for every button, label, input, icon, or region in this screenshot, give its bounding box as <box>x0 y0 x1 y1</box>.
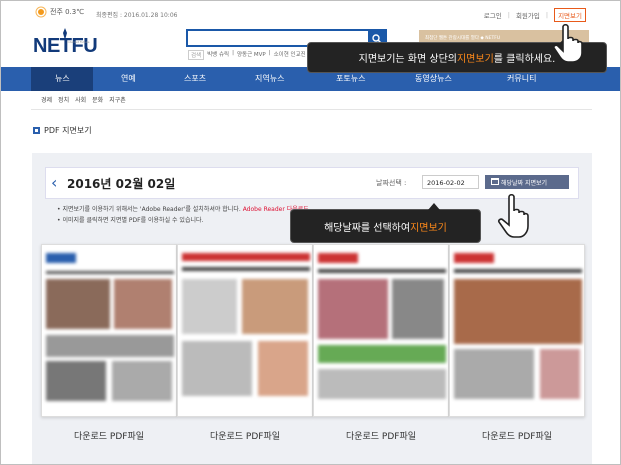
page-title-text: PDF 지면보기 <box>44 126 92 135</box>
pdf-thumbnail-4[interactable] <box>449 244 585 417</box>
nav-item-video[interactable]: 동영상뉴스 <box>415 73 452 84</box>
weather-text: 전주 0.3℃ <box>50 8 85 16</box>
subnav-item[interactable]: 사회 <box>75 95 86 104</box>
separator: | <box>268 50 271 56</box>
page-preview <box>454 249 582 412</box>
nav-item-sports[interactable]: 스포츠 <box>184 73 206 84</box>
calendar-icon <box>491 178 499 185</box>
download-pdf-link[interactable]: 다운로드 PDF파일 <box>449 429 585 442</box>
utility-links: 로그인 | 회원가입 | 지면보기 <box>484 8 586 22</box>
nav-item-local[interactable]: 지역뉴스 <box>255 73 284 84</box>
tooltip-date: 해당날짜를 선택하여 지면보기 <box>290 203 481 243</box>
page-title: PDF 지면보기 <box>33 125 92 136</box>
pdf-thumbnail-2[interactable] <box>177 244 313 417</box>
current-date-title: 2016년 02월 02일 <box>67 177 176 191</box>
nav-item-community[interactable]: 커뮤니티 <box>507 73 536 84</box>
last-updated: 최종편집 : 2016.01.28 10:06 <box>96 12 178 19</box>
keyword-link[interactable]: 소이현 인교진 <box>274 50 306 60</box>
page-frame: 전주 0.3℃ 최종편집 : 2016.01.28 10:06 로그인 | 회원… <box>0 0 621 465</box>
page-preview <box>182 249 310 412</box>
download-pdf-link[interactable]: 다운로드 PDF파일 <box>313 429 449 442</box>
pdf-thumbnail-1[interactable] <box>41 244 177 417</box>
nav-item-entertainment[interactable]: 연예 <box>121 73 136 84</box>
pdf-thumbnail-3[interactable] <box>313 244 449 417</box>
subnav-item[interactable]: 문화 <box>92 95 103 104</box>
prev-date-chevron-icon[interactable]: ‹ <box>51 173 57 192</box>
separator: | <box>545 11 549 19</box>
nav-item-photo[interactable]: 포토뉴스 <box>336 73 365 84</box>
sun-icon <box>35 6 47 18</box>
square-bullet-icon <box>33 127 40 134</box>
sub-nav: 경제 정치 사회 문화 지구촌 <box>41 95 126 104</box>
separator: | <box>507 11 510 19</box>
signup-link[interactable]: 회원가입 <box>516 10 540 20</box>
keyword-tag: 검색 <box>188 50 205 60</box>
zimyeon-button[interactable]: 지면보기 <box>554 8 586 22</box>
download-pdf-link[interactable]: 다운로드 PDF파일 <box>41 429 177 442</box>
keyword-link[interactable]: 양동근 MVP <box>237 50 266 60</box>
site-logo[interactable]: NETFU <box>33 35 98 58</box>
page-preview <box>46 249 174 412</box>
banner-text: 최첨단 웹툰 관람시대를 열다 ◆ NETFU <box>425 36 501 41</box>
login-link[interactable]: 로그인 <box>484 10 502 20</box>
subnav-item[interactable]: 지구촌 <box>109 95 126 104</box>
nav-item-news[interactable]: 뉴스 <box>55 73 70 84</box>
separator: | <box>232 50 234 56</box>
date-input[interactable]: 2016-02-02 <box>422 175 479 189</box>
divider <box>31 109 592 110</box>
download-pdf-link[interactable]: 다운로드 PDF파일 <box>177 429 313 442</box>
popular-keywords: 검색 빅뱅 슈릭 | 양동근 MVP | 소이현 인교진 <box>188 50 306 60</box>
logo-subtitle: Internet Future <box>67 40 90 44</box>
subnav-item[interactable]: 정치 <box>58 95 69 104</box>
subnav-item[interactable]: 경제 <box>41 95 52 104</box>
pointer-hand-icon <box>553 23 583 63</box>
page-preview <box>318 249 446 412</box>
keyword-link[interactable]: 빅뱅 슈릭 <box>207 50 229 60</box>
date-select-label: 날짜선택 : <box>376 179 407 187</box>
pointer-hand-icon <box>498 193 529 238</box>
weather: 전주 0.3℃ <box>35 6 84 18</box>
